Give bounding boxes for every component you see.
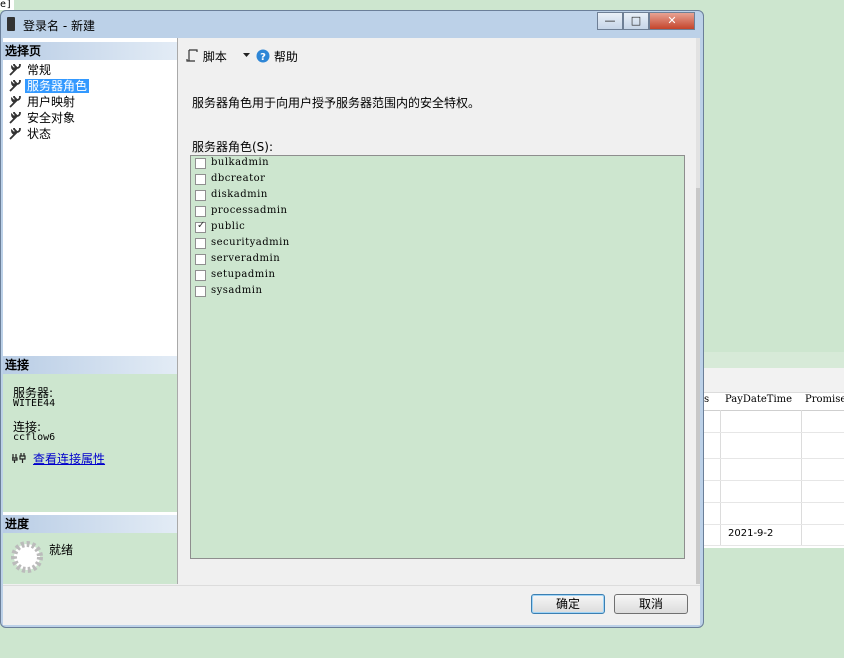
role-checkbox[interactable]: [195, 254, 206, 265]
page-item-user-mapping[interactable]: 用户映射: [9, 94, 89, 110]
help-icon: ?: [256, 49, 270, 63]
progress-spinner-icon: [11, 541, 43, 573]
role-name: processadmin: [211, 205, 288, 216]
progress-header: 进度: [3, 515, 177, 533]
wrench-icon: [9, 64, 21, 76]
dialog-button-bar: 确定 取消: [3, 585, 700, 625]
dialog-client-area: 选择页 常规 服务器角色 用户映射 安全对象 状态 连接 服务器: WITEE4…: [3, 38, 700, 625]
close-button[interactable]: ✕: [649, 12, 695, 30]
script-dropdown[interactable]: [242, 48, 251, 65]
connection-panel: 服务器: WITEE44 连接: ccflow6 查看连接属性: [3, 374, 177, 512]
page-item-label: 服务器角色: [25, 79, 90, 93]
page-item-server-roles[interactable]: 服务器角色: [9, 78, 90, 94]
page-list: 常规 服务器角色 用户映射 安全对象 状态: [9, 62, 90, 142]
grid-header-s[interactable]: s: [704, 394, 709, 405]
role-name: bulkadmin: [211, 157, 270, 168]
role-checkbox[interactable]: [195, 286, 206, 297]
wrench-icon: [9, 80, 21, 92]
role-checkbox[interactable]: [195, 270, 206, 281]
role-name: dbcreator: [211, 173, 266, 184]
chevron-down-icon: [243, 53, 250, 57]
server-roles-list[interactable]: bulkadmin dbcreator diskadmin processadm…: [190, 155, 685, 559]
left-pane: 选择页 常规 服务器角色 用户映射 安全对象 状态 连接 服务器: WITEE4…: [3, 38, 178, 584]
role-checkbox[interactable]: [195, 158, 206, 169]
wrench-icon: [9, 112, 21, 124]
view-connection-properties-link[interactable]: 查看连接属性: [33, 450, 105, 467]
page-item-securables[interactable]: 安全对象: [9, 110, 89, 126]
cancel-button[interactable]: 取消: [614, 594, 688, 614]
grid-header-promise[interactable]: Promise: [805, 394, 844, 405]
window-title: 登录名 - 新建: [23, 19, 95, 33]
role-name: serveradmin: [211, 253, 281, 264]
server-roles-label: 服务器角色(S):: [192, 140, 274, 154]
role-checkbox[interactable]: [195, 238, 206, 249]
description-text: 服务器角色用于向用户授予服务器范围内的安全特权。: [192, 96, 481, 110]
role-name: securityadmin: [211, 237, 290, 248]
background-app-fragment: e]: [0, 0, 14, 10]
role-name: setupadmin: [211, 269, 276, 280]
grid-header-row: s PayDateTime Promise: [704, 392, 844, 411]
server-value: WITEE44: [13, 398, 56, 409]
wrench-icon: [9, 128, 21, 140]
title-bar[interactable]: 登录名 - 新建 — □ ✕: [1, 11, 703, 37]
role-name: sysadmin: [211, 285, 263, 296]
page-item-label: 状态: [27, 127, 52, 141]
right-pane-scrollbar[interactable]: [696, 38, 700, 584]
role-checkbox-checked[interactable]: [195, 220, 206, 233]
page-item-label: 用户映射: [27, 95, 76, 109]
role-name: public: [211, 221, 246, 232]
connection-value: ccflow6: [13, 432, 56, 443]
scrollbar-thumb[interactable]: [696, 188, 700, 584]
role-name: diskadmin: [211, 189, 268, 200]
login-new-dialog: 登录名 - 新建 — □ ✕ 选择页 常规 服务器角色 用户映射 安全对象 状态…: [0, 10, 704, 628]
help-button[interactable]: ? 帮助: [256, 48, 298, 65]
background-results-grid: s PayDateTime Promise 2021-9-2: [704, 352, 844, 548]
script-icon: [186, 49, 198, 62]
script-button[interactable]: 脚本: [186, 48, 227, 65]
svg-text:?: ?: [260, 52, 266, 63]
role-checkbox[interactable]: [195, 174, 206, 185]
page-item-label: 常规: [27, 63, 52, 77]
progress-panel: 就绪: [3, 533, 177, 584]
window-app-icon: [7, 17, 15, 31]
role-checkbox[interactable]: [195, 190, 206, 201]
script-label: 脚本: [202, 50, 227, 64]
progress-status: 就绪: [49, 543, 74, 557]
page-item-label: 安全对象: [27, 111, 76, 125]
maximize-button[interactable]: □: [623, 12, 649, 30]
grid-cell-paydatetime[interactable]: 2021-9-2: [728, 528, 773, 539]
help-label: 帮助: [273, 50, 298, 64]
ok-button[interactable]: 确定: [531, 594, 605, 614]
plug-icon: [12, 453, 26, 463]
connection-header: 连接: [3, 356, 177, 374]
right-pane: 脚本 ? 帮助 服务器角色用于向用户授予服务器范围内的安全特权。 服务器角色(S…: [178, 38, 700, 584]
minimize-button[interactable]: —: [597, 12, 623, 30]
grid-header-paydatetime[interactable]: PayDateTime: [725, 394, 792, 405]
page-item-status[interactable]: 状态: [9, 126, 89, 142]
role-checkbox[interactable]: [195, 206, 206, 217]
page-item-general[interactable]: 常规: [9, 62, 89, 78]
select-page-header: 选择页: [3, 42, 177, 60]
wrench-icon: [9, 96, 21, 108]
